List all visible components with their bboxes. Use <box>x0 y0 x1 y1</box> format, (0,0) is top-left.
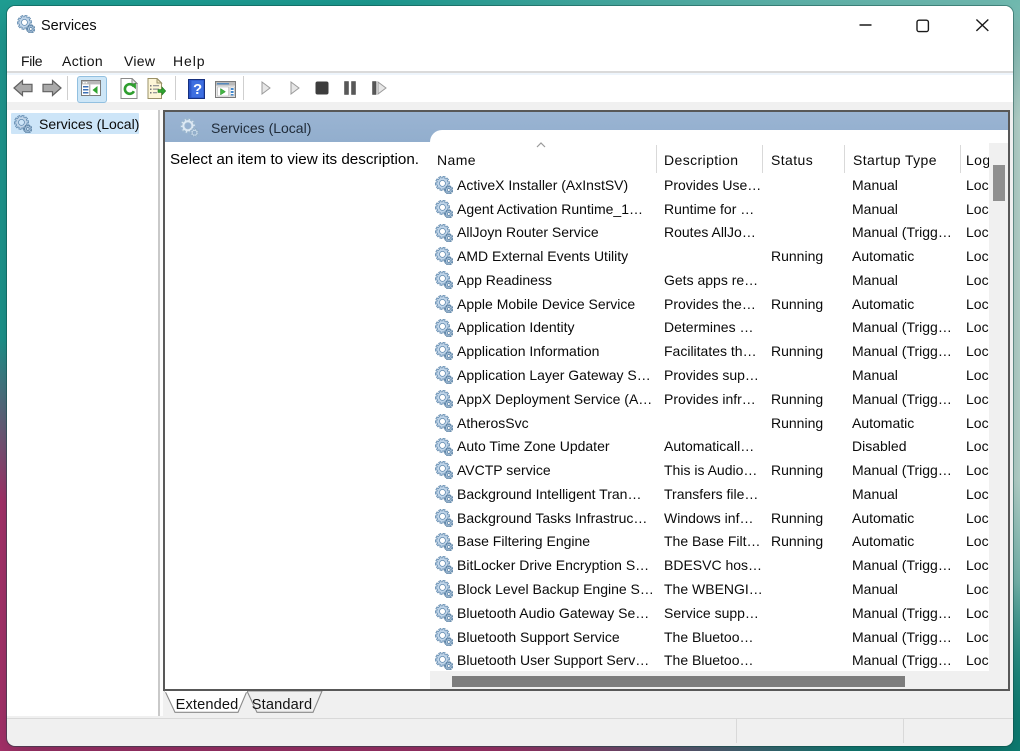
svg-text:Extended: Extended <box>176 697 239 713</box>
svg-text:Standard: Standard <box>252 697 312 713</box>
svg-text:?: ? <box>193 81 202 98</box>
